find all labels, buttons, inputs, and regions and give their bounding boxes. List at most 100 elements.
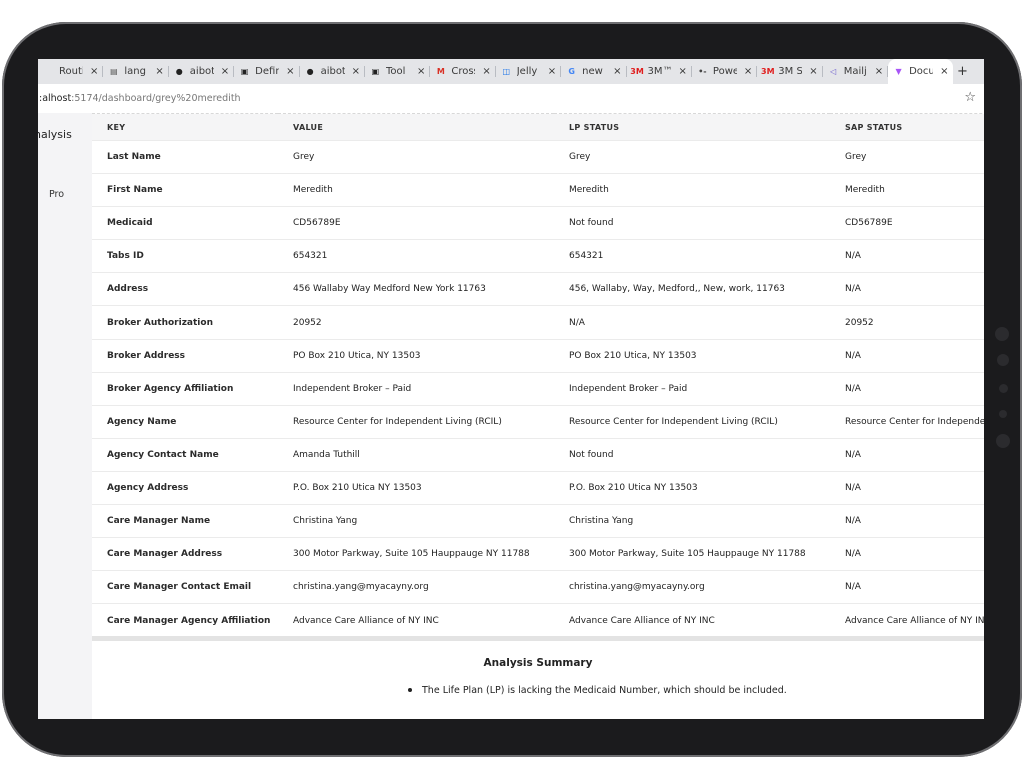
browser-tab[interactable]: ● aibot ×: [300, 59, 366, 84]
cell-lp-status: Resource Center for Independent Living (…: [554, 404, 830, 439]
cell-key: Medicaid: [92, 206, 278, 240]
cell-sap-status: N/A: [830, 338, 984, 373]
sidebar-title: nalysis: [38, 128, 72, 141]
cell-value: P.O. Box 210 Utica NY 13503: [278, 470, 554, 505]
sidebar-item-pro[interactable]: Pro: [49, 189, 64, 200]
close-icon[interactable]: ×: [417, 66, 425, 77]
close-icon[interactable]: ×: [482, 66, 490, 77]
page-content: nalysis Pro KEY VALUE LP STATUS SAP STAT…: [38, 113, 984, 719]
cell-key: Agency Contact Name: [92, 437, 278, 472]
browser-tab[interactable]: •- Powe ×: [692, 59, 758, 84]
close-icon[interactable]: ×: [90, 66, 98, 77]
terminal-icon: ▣: [240, 67, 249, 76]
table-row: Address 456 Wallaby Way Medford New York …: [92, 272, 984, 306]
url-text[interactable]: :alhost:5174/dashboard/grey%20meredith: [38, 93, 241, 104]
cell-lp-status: 654321: [554, 239, 830, 273]
browser-tab[interactable]: ▼ Docu ×: [888, 59, 954, 84]
cell-sap-status: Advance Care Alliance of NY INC: [830, 603, 984, 637]
cell-value: Meredith: [278, 173, 554, 207]
cell-sap-status: N/A: [830, 570, 984, 604]
cell-sap-status: N/A: [830, 239, 984, 273]
notes-icon: ▤: [110, 67, 118, 76]
browser-tab[interactable]: ● aibot ×: [169, 59, 235, 84]
cell-value: 20952: [278, 305, 554, 340]
cell-value: Amanda Tuthill: [278, 437, 554, 472]
cell-value: christina.yang@myacayny.org: [278, 570, 554, 604]
cell-lp-status: P.O. Box 210 Utica NY 13503: [554, 470, 830, 505]
close-icon[interactable]: ×: [940, 66, 948, 77]
tab-label: aibot: [189, 66, 214, 77]
cell-key: Agency Address: [92, 470, 278, 505]
browser-tab[interactable]: ◁ Mailj ×: [823, 59, 889, 84]
cell-lp-status: Not found: [554, 437, 830, 472]
cell-value: 300 Motor Parkway, Suite 105 Hauppauge N…: [278, 537, 554, 571]
cell-key: Care Manager Agency Affiliation: [92, 603, 278, 637]
tab-label: Routi: [59, 66, 83, 77]
close-icon[interactable]: ×: [613, 66, 621, 77]
tab-label: 3M™: [647, 66, 672, 77]
table-row: Care Manager Agency Affiliation Advance C…: [92, 603, 984, 637]
cell-lp-status: Meredith: [554, 173, 830, 207]
new-tab-button[interactable]: +: [953, 59, 971, 84]
table-row: Broker Agency Affiliation Independent Bro…: [92, 371, 984, 406]
cell-sap-status: Resource Center for Independent: [830, 404, 984, 439]
google-icon: G: [568, 67, 575, 76]
tab-label: Mailj: [843, 66, 867, 77]
table-row: Agency Contact Name Amanda Tuthill Not fou…: [92, 437, 984, 472]
cell-sap-status: Meredith: [830, 173, 984, 207]
address-bar[interactable]: :alhost:5174/dashboard/grey%20meredith ☆: [38, 84, 984, 114]
cell-lp-status: Advance Care Alliance of NY INC: [554, 603, 830, 637]
cell-sap-status: N/A: [830, 504, 984, 538]
brand-3m-icon: 3M: [630, 67, 644, 76]
cell-sap-status: N/A: [830, 371, 984, 406]
cell-lp-status: 456, Wallaby, Way, Medford,, New, work, …: [554, 272, 830, 306]
cell-lp-status: N/A: [554, 305, 830, 340]
paper-plane-icon: ◁: [830, 67, 837, 76]
browser-tab[interactable]: ▣ Defin ×: [234, 59, 300, 84]
close-icon[interactable]: ×: [875, 66, 883, 77]
close-icon[interactable]: ×: [809, 66, 817, 77]
camera-dot: [995, 327, 1009, 341]
sidebar: nalysis Pro: [38, 113, 93, 719]
cell-lp-status: Grey: [554, 139, 830, 174]
link-icon: •-: [698, 67, 707, 76]
close-icon[interactable]: ×: [155, 66, 163, 77]
close-icon[interactable]: ×: [548, 66, 556, 77]
cell-key: Tabs ID: [92, 239, 278, 273]
cell-value: Resource Center for Independent Living (…: [278, 404, 554, 439]
close-icon[interactable]: ×: [286, 66, 294, 77]
tab-label: Defin: [255, 66, 280, 77]
browser-tab[interactable]: ▤ lang ×: [103, 59, 170, 84]
table-row: Agency Address P.O. Box 210 Utica NY 1350…: [92, 470, 984, 505]
summary-list-item: The Life Plan (LP) is lacking the Medica…: [408, 685, 787, 696]
tab-label: Powe: [712, 66, 737, 77]
browser-tab[interactable]: 3M 3M™ ×: [627, 59, 693, 84]
sensor-dot: [997, 354, 1009, 366]
comparison-table: KEY VALUE LP STATUS SAP STATUS Last Name…: [92, 113, 984, 637]
browser-tab[interactable]: ▣ Tool ×: [365, 59, 431, 84]
close-icon[interactable]: ×: [352, 66, 360, 77]
sensor-dot: [999, 384, 1008, 393]
tab-label: 3M Sc: [778, 66, 803, 77]
browser-tab[interactable]: 3M3M Sc ×: [757, 59, 824, 84]
close-icon[interactable]: ×: [744, 66, 752, 77]
browser-tab[interactable]: Routi ×: [38, 59, 104, 84]
header-key: KEY: [92, 113, 278, 141]
cell-value: Advance Care Alliance of NY INC: [278, 603, 554, 637]
browser-tab[interactable]: Gnew ×: [561, 59, 627, 84]
sensor-dot: [996, 434, 1010, 448]
close-icon[interactable]: ×: [679, 66, 687, 77]
cell-value: Independent Broker – Paid: [278, 371, 554, 406]
github-icon: ●: [306, 67, 314, 76]
cell-value: 456 Wallaby Way Medford New York 11763: [278, 272, 554, 306]
cell-value: Grey: [278, 139, 554, 174]
cell-lp-status: Not found: [554, 206, 830, 240]
browser-tab[interactable]: ◫ Jelly ×: [496, 59, 562, 84]
cell-key: Care Manager Name: [92, 504, 278, 538]
bookmark-star-icon[interactable]: ☆: [964, 90, 976, 105]
cell-lp-status: Christina Yang: [554, 504, 830, 538]
close-icon[interactable]: ×: [221, 66, 229, 77]
vite-icon: ▼: [895, 67, 902, 76]
cell-lp-status: christina.yang@myacayny.org: [554, 570, 830, 604]
browser-tab[interactable]: M Cross ×: [430, 59, 497, 84]
